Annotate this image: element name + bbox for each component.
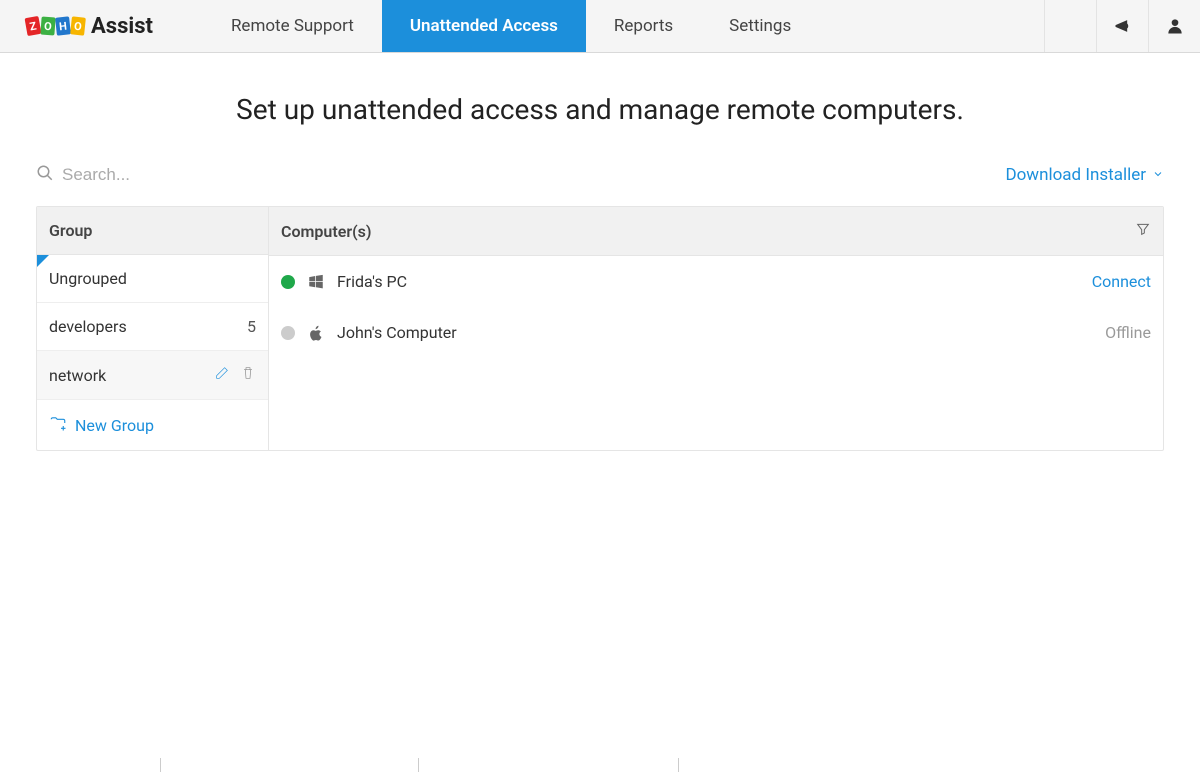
offline-status: Offline	[1105, 323, 1151, 342]
logo-tiles: Z O H O	[26, 17, 85, 35]
table-area: Group Ungrouped developers 5 network	[36, 206, 1164, 451]
groups-header: Group	[37, 207, 268, 255]
computer-name: John's Computer	[337, 323, 1105, 342]
search-input[interactable]	[62, 165, 362, 185]
hero: Set up unattended access and manage remo…	[0, 53, 1200, 154]
nav-settings[interactable]: Settings	[701, 0, 819, 52]
logo-tile: O	[40, 17, 55, 36]
group-row-developers[interactable]: developers 5	[37, 303, 268, 351]
group-label: Ungrouped	[49, 269, 127, 288]
computers-column: Computer(s) Frida's PC Connect John's Co…	[269, 207, 1163, 450]
download-icon[interactable]	[1044, 0, 1096, 52]
search-row: Download Installer	[36, 154, 1164, 196]
search-icon	[36, 164, 54, 186]
new-group-label: New Group	[75, 416, 154, 435]
apple-icon	[307, 324, 325, 342]
windows-icon	[307, 273, 325, 291]
groups-header-label: Group	[49, 221, 92, 240]
computer-row[interactable]: Frida's PC Connect	[269, 256, 1163, 307]
nav-reports[interactable]: Reports	[586, 0, 701, 52]
group-actions	[214, 365, 256, 385]
tick-mark	[160, 758, 161, 772]
download-installer-link[interactable]: Download Installer	[1005, 165, 1164, 185]
tick-mark	[678, 758, 679, 772]
group-count: 5	[247, 317, 256, 336]
search-wrap	[36, 164, 1005, 186]
nav-remote-support[interactable]: Remote Support	[203, 0, 382, 52]
connect-button[interactable]: Connect	[1092, 272, 1151, 291]
logo-tile: Z	[25, 16, 42, 36]
announce-icon[interactable]	[1096, 0, 1148, 52]
status-dot-online	[281, 275, 295, 289]
computers-header: Computer(s)	[269, 207, 1163, 256]
group-label: developers	[49, 317, 127, 336]
topbar-actions	[1044, 0, 1200, 52]
download-installer-label: Download Installer	[1005, 165, 1146, 185]
group-label: network	[49, 366, 106, 385]
edit-icon[interactable]	[214, 365, 230, 385]
topbar: Z O H O Assist Remote Support Unattended…	[0, 0, 1200, 53]
content: Download Installer Group Ungrouped devel…	[0, 154, 1200, 451]
main-nav: Remote Support Unattended Access Reports…	[203, 0, 819, 52]
nav-unattended-access[interactable]: Unattended Access	[382, 0, 586, 52]
trash-icon[interactable]	[240, 365, 256, 385]
logo-tile: O	[70, 16, 86, 35]
tick-mark	[418, 758, 419, 772]
bottom-ticks	[0, 758, 1200, 772]
folder-add-icon	[49, 414, 67, 436]
logo[interactable]: Z O H O Assist	[0, 14, 173, 39]
new-group-button[interactable]: New Group	[37, 400, 268, 450]
user-icon[interactable]	[1148, 0, 1200, 52]
page-title: Set up unattended access and manage remo…	[0, 93, 1200, 126]
computer-row: John's Computer Offline	[269, 307, 1163, 358]
computers-header-label: Computer(s)	[281, 222, 371, 241]
filter-icon[interactable]	[1135, 221, 1151, 241]
logo-tile: H	[55, 16, 71, 35]
logo-product-name: Assist	[91, 14, 153, 39]
chevron-down-icon	[1152, 165, 1164, 185]
group-row-ungrouped[interactable]: Ungrouped	[37, 255, 268, 303]
groups-column: Group Ungrouped developers 5 network	[37, 207, 269, 450]
group-row-network[interactable]: network	[37, 351, 268, 400]
status-dot-offline	[281, 326, 295, 340]
computer-name: Frida's PC	[337, 272, 1092, 291]
